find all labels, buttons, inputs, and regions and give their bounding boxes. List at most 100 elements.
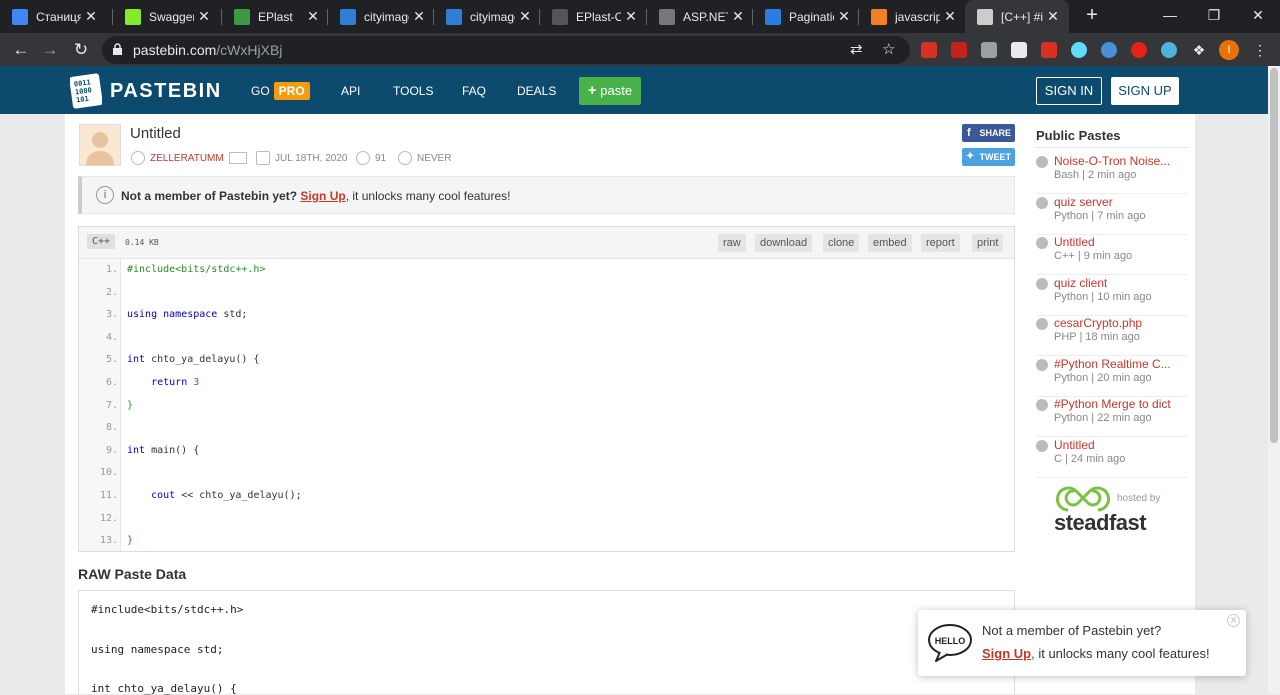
notice-text: Not a member of Pastebin yet? Sign Up, i…: [121, 189, 510, 203]
public-paste-title[interactable]: Untitled: [1054, 438, 1095, 452]
nav-api[interactable]: API: [341, 84, 360, 98]
code-toolbar: C++ 0.14 KB raw download clone embed rep…: [79, 227, 1014, 259]
minimize-button[interactable]: —: [1148, 0, 1192, 30]
public-paste-item[interactable]: #Python Realtime C... Python | 20 min ago: [1036, 357, 1188, 397]
tab-close-icon[interactable]: ✕: [194, 8, 214, 25]
public-paste-title[interactable]: cesarCrypto.php: [1054, 316, 1142, 330]
tab-title: EPlast-Cl: [576, 9, 621, 24]
embed-button[interactable]: embed: [868, 234, 912, 252]
browser-tab[interactable]: javascript✕: [859, 0, 966, 33]
eye-icon: [356, 151, 370, 165]
language-badge[interactable]: C++: [87, 234, 116, 249]
public-paste-title[interactable]: Noise-O-Tron Noise...: [1054, 154, 1170, 168]
browser-tab[interactable]: Paginatio✕: [753, 0, 860, 33]
raw-paste-textarea[interactable]: #include<bits/stdc++.h> using namespace s…: [78, 590, 1015, 695]
public-paste-item[interactable]: cesarCrypto.php PHP | 18 min ago: [1036, 316, 1188, 356]
download-button[interactable]: download: [755, 234, 813, 252]
back-button[interactable]: ←: [8, 37, 34, 63]
browser-tab[interactable]: cityimage✕: [434, 0, 541, 33]
new-paste-button[interactable]: + paste: [579, 77, 641, 105]
toast-line-2: Sign Up, it unlocks many cool features!: [982, 646, 1210, 661]
public-paste-title[interactable]: quiz server: [1054, 195, 1113, 209]
extension-pdf-icon[interactable]: [1041, 42, 1057, 58]
steadfast-sponsor-link[interactable]: steadfast: [1054, 510, 1147, 536]
browser-tab[interactable]: [C++] #i ✕: [965, 0, 1069, 33]
azure-icon: [446, 8, 462, 25]
public-paste-item[interactable]: quiz client Python | 10 min ago: [1036, 276, 1188, 316]
browser-tab[interactable]: ASP.NET ✕: [647, 0, 754, 33]
public-paste-item[interactable]: #Python Merge to dict Python | 22 min ago: [1036, 397, 1188, 437]
clone-button[interactable]: clone: [823, 234, 860, 252]
browser-tab[interactable]: EPlast-Cl✕: [540, 0, 647, 33]
paste-author[interactable]: ZELLERATUMM: [131, 151, 247, 165]
code-line: 11. cout << chto_ya_delayu();: [79, 485, 1014, 508]
forward-button[interactable]: →: [37, 37, 63, 63]
maximize-button[interactable]: ❐: [1192, 0, 1236, 30]
public-paste-item[interactable]: Untitled C | 24 min ago: [1036, 438, 1188, 478]
public-paste-item[interactable]: Noise-O-Tron Noise... Bash | 2 min ago: [1036, 154, 1188, 194]
message-icon[interactable]: [228, 152, 247, 164]
nav-faq[interactable]: FAQ: [462, 84, 486, 98]
extension-book-icon[interactable]: [951, 42, 967, 58]
twitter-tweet-button[interactable]: ✦ TWEET: [962, 148, 1015, 166]
sign-up-button[interactable]: SIGN UP: [1111, 77, 1179, 105]
extension-note-icon[interactable]: [1011, 42, 1027, 58]
extension-search-icon[interactable]: [1161, 42, 1177, 58]
tab-title: [C++] #i: [1001, 9, 1043, 24]
nav-go-pro[interactable]: GO PRO: [251, 82, 310, 100]
close-window-button[interactable]: ✕: [1236, 0, 1280, 30]
tab-title: EPlast: [258, 9, 293, 24]
extension-globe-icon[interactable]: [1101, 42, 1117, 58]
public-paste-item[interactable]: quiz server Python | 7 min ago: [1036, 195, 1188, 235]
toast-close-icon[interactable]: ✕: [1227, 614, 1240, 627]
browser-tab[interactable]: Swagger ✕: [113, 0, 220, 33]
pastebin-logo[interactable]: 0011 1000 101 PASTEBIN: [70, 73, 222, 109]
code-token: }: [127, 535, 134, 547]
profile-avatar[interactable]: I: [1219, 40, 1239, 60]
browser-tab[interactable]: Станиця ✕: [0, 0, 107, 33]
tab-close-icon[interactable]: ✕: [303, 8, 323, 25]
scrollbar-thumb[interactable]: [1270, 68, 1278, 443]
report-button[interactable]: report: [921, 234, 960, 252]
browser-tab[interactable]: EPlast ✕: [222, 0, 329, 33]
tab-close-icon[interactable]: ✕: [81, 8, 101, 25]
notice-signup-link[interactable]: Sign Up: [300, 189, 345, 203]
tab-separator: [433, 9, 434, 25]
toast-signup-link[interactable]: Sign Up: [982, 646, 1031, 661]
bookmark-star-icon[interactable]: ☆: [882, 40, 895, 58]
extensions-puzzle-icon[interactable]: ❖: [1191, 42, 1207, 58]
nav-tools[interactable]: TOOLS: [393, 84, 433, 98]
translate-icon[interactable]: ⇄: [850, 40, 863, 58]
public-paste-item[interactable]: Untitled C++ | 9 min ago: [1036, 235, 1188, 275]
facebook-share-button[interactable]: f SHARE: [962, 124, 1015, 142]
browser-tab[interactable]: cityimage✕: [328, 0, 435, 33]
tab-close-icon[interactable]: ✕: [728, 8, 748, 25]
logo-icon: 0011 1000 101: [70, 73, 102, 109]
tab-close-icon[interactable]: ✕: [409, 8, 429, 25]
reload-button[interactable]: ↻: [68, 37, 94, 63]
extension-youtube-icon[interactable]: [1131, 42, 1147, 58]
public-paste-title[interactable]: Untitled: [1054, 235, 1095, 249]
tab-close-icon[interactable]: ✕: [515, 8, 535, 25]
address-bar[interactable]: pastebin.com/cWxHjXBj ⇄ ☆: [102, 36, 910, 64]
sign-in-button[interactable]: SIGN IN: [1036, 77, 1102, 105]
print-button[interactable]: print: [972, 234, 1004, 252]
extension-camera-icon[interactable]: [981, 42, 997, 58]
extension-react-icon[interactable]: [1071, 42, 1087, 58]
eplast-icon: [234, 8, 250, 25]
browser-menu-icon[interactable]: ⋮: [1252, 42, 1268, 58]
nav-deals[interactable]: DEALS: [517, 84, 556, 98]
public-paste-title[interactable]: #Python Realtime C...: [1054, 357, 1171, 371]
extension-adblock-icon[interactable]: [921, 42, 937, 58]
new-tab-button[interactable]: +: [1080, 4, 1104, 28]
public-paste-title[interactable]: #Python Merge to dict: [1054, 397, 1171, 411]
author-avatar[interactable]: [79, 124, 121, 166]
public-paste-title[interactable]: quiz client: [1054, 276, 1107, 290]
code-line: 8.: [79, 417, 1014, 440]
raw-button[interactable]: raw: [718, 234, 746, 252]
tab-close-icon[interactable]: ✕: [834, 8, 854, 25]
tab-close-icon[interactable]: ✕: [621, 8, 641, 25]
browser-toolbar: ← → ↻ pastebin.com/cWxHjXBj ⇄ ☆ ❖ I ⋮: [0, 33, 1280, 66]
tab-close-icon[interactable]: ✕: [940, 8, 960, 25]
tab-close-icon[interactable]: ✕: [1043, 8, 1063, 25]
